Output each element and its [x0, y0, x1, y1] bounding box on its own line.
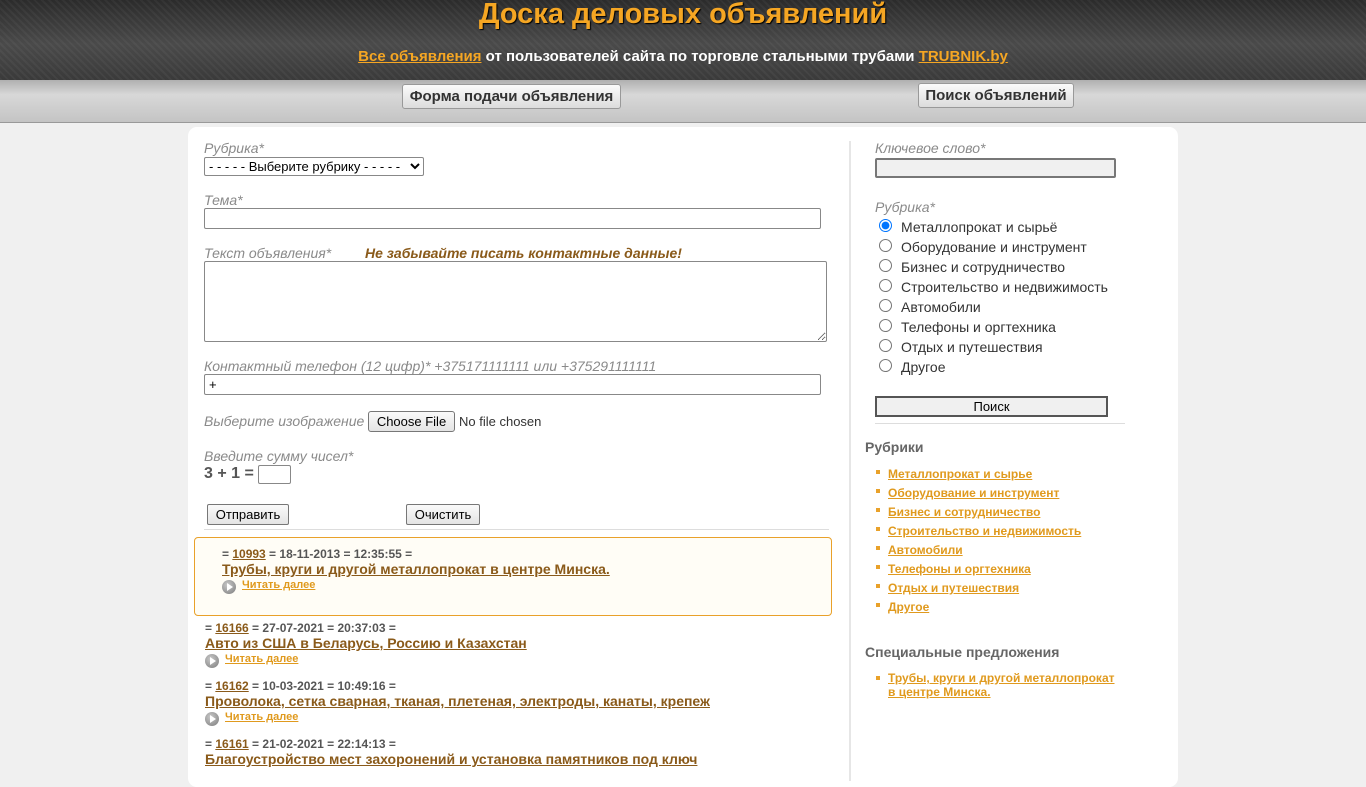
rubric-link[interactable]: Автомобили [888, 543, 963, 557]
rubric-label: Рубрика* [204, 140, 264, 156]
listing-meta: = 16161 = 21-02-2021 = 22:14:13 = [205, 737, 396, 751]
list-item: Строительство и недвижимость [875, 522, 1081, 541]
arrow-right-icon [205, 654, 219, 668]
listing-meta-prefix: = [205, 679, 216, 693]
listing-id-link[interactable]: 16166 [215, 621, 248, 635]
list-item: Оборудование и инструмент [875, 484, 1081, 503]
radio-button[interactable] [879, 319, 892, 332]
radio-button[interactable] [879, 339, 892, 352]
site-title: Доска деловых объявлений [478, 0, 888, 30]
listing-meta: = 16166 = 27-07-2021 = 20:37:03 = [205, 621, 396, 635]
captcha-input[interactable] [258, 465, 291, 484]
radio-button[interactable] [879, 359, 892, 372]
listing-id-link[interactable]: 16162 [215, 679, 248, 693]
submit-button[interactable]: Отправить [207, 504, 289, 525]
radio-button[interactable] [879, 299, 892, 312]
listing-id-link[interactable]: 10993 [232, 547, 265, 561]
listing-title-link[interactable]: Трубы, круги и другой металлопрокат в це… [222, 561, 610, 577]
listing-date: = 27-07-2021 = 20:37:03 = [248, 621, 396, 635]
subject-input[interactable] [204, 208, 821, 229]
arrow-right-icon [222, 580, 236, 594]
rubric-link[interactable]: Металлопрокат и сырье [888, 467, 1032, 481]
list-item: Металлопрокат и сырье [875, 465, 1081, 484]
read-more-link[interactable]: Читать далее [225, 711, 298, 723]
arrow-right-icon [205, 712, 219, 726]
listing-meta: = 10993 = 18-11-2013 = 12:35:55 = [222, 547, 412, 561]
radio-label: Бизнес и сотрудничество [901, 259, 1066, 275]
list-item: Другое [875, 598, 1081, 617]
file-status: No file chosen [459, 414, 542, 429]
listing-meta-prefix: = [205, 737, 216, 751]
radio-button[interactable] [879, 239, 892, 252]
image-label: Выберите изображение [204, 413, 365, 429]
rubric-link[interactable]: Другое [888, 600, 929, 614]
rubric-link[interactable]: Бизнес и сотрудничество [888, 505, 1040, 519]
contact-warning: Не забывайте писать контактные данные! [365, 245, 682, 261]
list-item: Телефоны и оргтехника [875, 560, 1081, 579]
rubric-link[interactable]: Отдых и путешествия [888, 581, 1019, 595]
radio-button[interactable] [879, 219, 892, 232]
column-divider [849, 141, 851, 781]
rubrics-heading: Рубрики [865, 439, 924, 455]
radio-label: Автомобили [901, 299, 981, 315]
reset-button[interactable]: Очистить [406, 504, 480, 525]
special-offers-heading: Специальные предложения [865, 644, 1060, 660]
listing-date: = 21-02-2021 = 22:14:13 = [248, 737, 396, 751]
listing-title-link[interactable]: Благоустройство мест захоронений и устан… [205, 751, 697, 767]
listing-id-link[interactable]: 16161 [215, 737, 248, 751]
subtitle-text: от пользователей сайта по торговле сталь… [481, 48, 919, 65]
list-item: Бизнес и сотрудничество [875, 503, 1081, 522]
rubric-select[interactable]: - - - - - Выберите рубрику - - - - - [204, 157, 424, 176]
choose-file-button[interactable]: Choose File [368, 411, 455, 432]
listing-title-link[interactable]: Авто из США в Беларусь, Россию и Казахст… [205, 635, 527, 651]
search-rubric-label: Рубрика* [875, 199, 935, 215]
ad-form-button[interactable]: Форма подачи объявления [402, 84, 621, 109]
search-divider [875, 423, 1125, 424]
read-more-link[interactable]: Читать далее [242, 579, 315, 591]
listing-meta: = 16162 = 10-03-2021 = 10:49:16 = [205, 679, 396, 693]
rubrics-list: Металлопрокат и сырье Оборудование и инс… [875, 465, 1081, 617]
site-header: Доска деловых объявлений Все объявления … [0, 0, 1366, 80]
form-divider [204, 529, 829, 530]
site-subtitle: Все объявления от пользователей сайта по… [0, 48, 1366, 65]
listing-date: = 10-03-2021 = 10:49:16 = [248, 679, 396, 693]
list-item: Трубы, круги и другой металлопрокат в це… [875, 671, 1123, 699]
captcha-question: 3 + 1 = [204, 465, 254, 482]
radio-button[interactable] [879, 279, 892, 292]
subject-label: Тема* [204, 192, 243, 208]
search-submit-button[interactable]: Поиск [875, 396, 1108, 417]
rubric-link[interactable]: Телефоны и оргтехника [888, 562, 1031, 576]
special-offers-list: Трубы, круги и другой металлопрокат в це… [875, 671, 1123, 699]
captcha-label: Введите сумму чисел* [204, 448, 354, 464]
radio-label: Строительство и недвижимость [901, 279, 1108, 295]
rubric-link[interactable]: Строительство и недвижимость [888, 524, 1081, 538]
ad-text-area[interactable] [204, 261, 827, 342]
ad-search-button[interactable]: Поиск объявлений [918, 83, 1074, 108]
listing-date: = 18-11-2013 = 12:35:55 = [265, 547, 413, 561]
rubric-link[interactable]: Оборудование и инструмент [888, 486, 1059, 500]
radio-label: Телефоны и оргтехника [901, 319, 1056, 335]
radio-button[interactable] [879, 259, 892, 272]
radio-label: Другое [901, 359, 946, 375]
list-item: Отдых и путешествия [875, 579, 1081, 598]
listing-meta-prefix: = [205, 621, 216, 635]
read-more-link[interactable]: Читать далее [225, 653, 298, 665]
listing-meta-prefix: = [222, 547, 233, 561]
nav-bar: Форма подачи объявления Поиск объявлений [0, 80, 1366, 123]
phone-label: Контактный телефон (12 цифр)* +375171111… [204, 358, 657, 374]
keyword-input[interactable] [875, 158, 1116, 178]
trubnik-link[interactable]: TRUBNIK.by [919, 48, 1008, 65]
list-item: Автомобили [875, 541, 1081, 560]
listing-title-link[interactable]: Проволока, сетка сварная, тканая, плетен… [205, 693, 710, 709]
radio-label: Металлопрокат и сырьё [901, 219, 1058, 235]
radio-label: Оборудование и инструмент [901, 239, 1087, 255]
text-label: Текст объявления* [204, 245, 332, 261]
radio-label: Отдых и путешествия [901, 339, 1043, 355]
special-offer-link[interactable]: Трубы, круги и другой металлопрокат в це… [888, 671, 1123, 699]
keyword-label: Ключевое слово* [875, 140, 986, 156]
all-ads-link[interactable]: Все объявления [358, 48, 481, 65]
phone-input[interactable] [204, 374, 821, 395]
